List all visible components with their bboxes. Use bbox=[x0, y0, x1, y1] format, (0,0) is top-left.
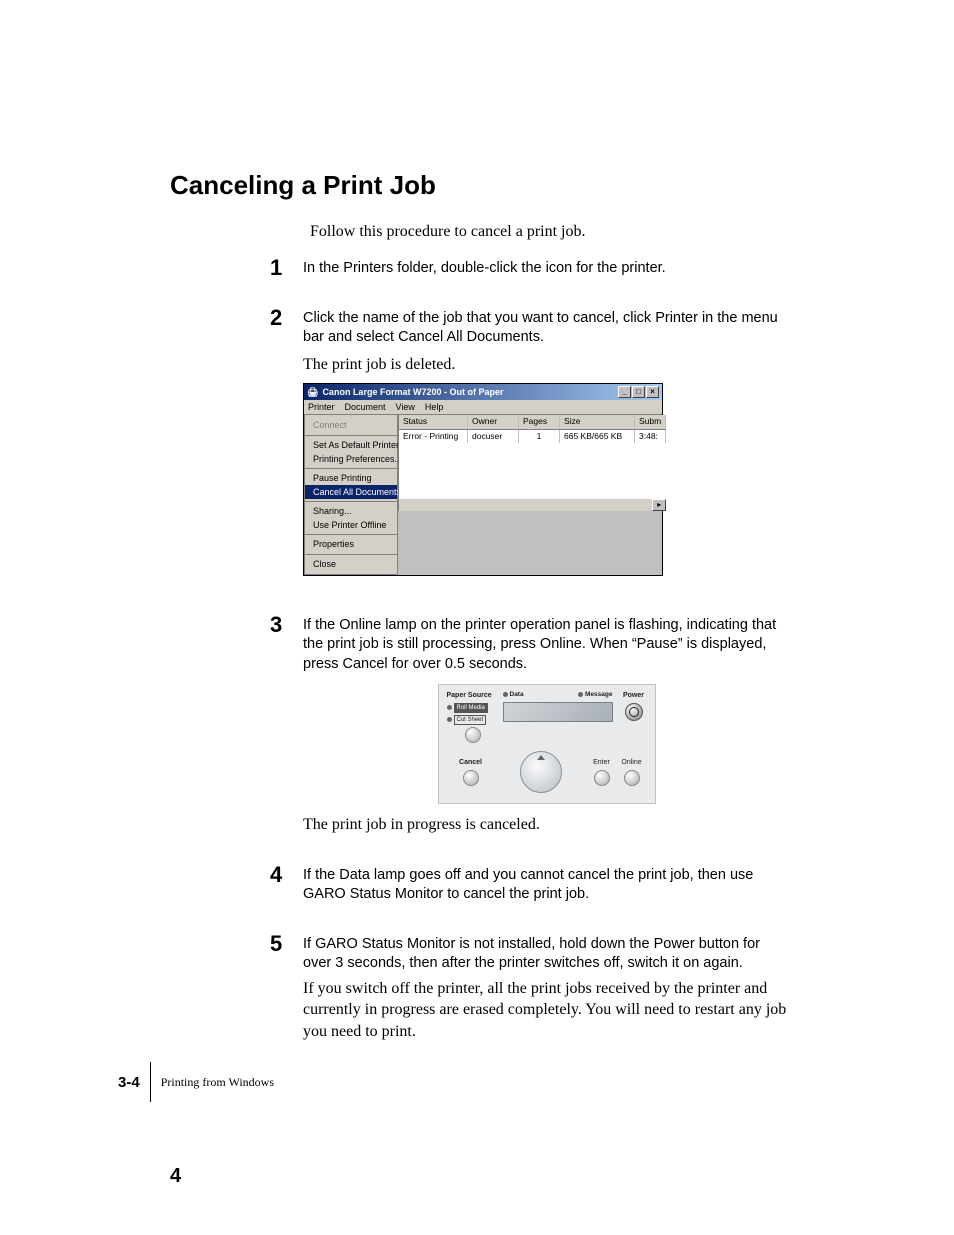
step-5-note: If you switch off the printer, all the p… bbox=[303, 978, 790, 1043]
page-footer: 3-4 Printing from Windows bbox=[118, 1062, 274, 1102]
step-number-1: 1 bbox=[270, 255, 282, 281]
menu-item-preferences[interactable]: Printing Preferences... bbox=[305, 452, 397, 466]
data-lamp-icon bbox=[503, 692, 508, 697]
lcd-screen bbox=[503, 702, 613, 722]
cancel-label: Cancel bbox=[447, 758, 495, 767]
menu-item-connect: Connect bbox=[305, 418, 397, 432]
horizontal-scrollbar[interactable]: ▸ bbox=[399, 499, 666, 511]
step-3-result: The print job in progress is canceled. bbox=[303, 814, 790, 836]
menu-item-cancel-all[interactable]: Cancel All Documents bbox=[305, 485, 397, 499]
step-number-5: 5 bbox=[270, 931, 282, 957]
queue-row[interactable]: Error - Printing docuser 1 665 KB/665 KB… bbox=[399, 430, 666, 443]
cut-lamp-icon bbox=[447, 717, 452, 722]
menu-item-offline[interactable]: Use Printer Offline bbox=[305, 518, 397, 532]
queue-header: Status Owner Pages Size Subm bbox=[399, 415, 666, 429]
step-3-text: If the Online lamp on the printer operat… bbox=[303, 616, 790, 675]
power-label: Power bbox=[621, 691, 647, 700]
step-2-text: Click the name of the job that you want … bbox=[303, 309, 790, 348]
window-titlebar[interactable]: 🖨 Canon Large Format W7200 - Out of Pape… bbox=[304, 384, 662, 400]
enter-button bbox=[594, 770, 610, 786]
navigation-dial bbox=[520, 751, 562, 793]
enter-label: Enter bbox=[587, 758, 617, 767]
step-2-result: The print job is deleted. bbox=[303, 354, 790, 376]
printer-icon: 🖨 bbox=[307, 386, 318, 398]
step-number-2: 2 bbox=[270, 305, 282, 331]
cell-pages: 1 bbox=[519, 430, 560, 443]
menubar[interactable]: Printer Document View Help bbox=[304, 400, 662, 415]
page-heading: Canceling a Print Job bbox=[170, 170, 790, 201]
cell-owner: docuser bbox=[468, 430, 519, 443]
step-5-text: If GARO Status Monitor is not installed,… bbox=[303, 935, 790, 974]
col-owner: Owner bbox=[468, 415, 519, 428]
roll-media-chip: Roll Media bbox=[454, 703, 488, 713]
print-queue-window: 🖨 Canon Large Format W7200 - Out of Pape… bbox=[303, 383, 663, 575]
paper-source-button bbox=[465, 727, 481, 743]
menu-item-set-default[interactable]: Set As Default Printer bbox=[305, 438, 397, 452]
col-pages: Pages bbox=[519, 415, 560, 428]
online-label: Online bbox=[617, 758, 647, 767]
step-1-text: In the Printers folder, double-click the… bbox=[303, 259, 790, 279]
window-title: Canon Large Format W7200 - Out of Paper bbox=[322, 386, 503, 398]
footer-divider bbox=[150, 1062, 151, 1102]
paper-source-label: Paper Source bbox=[447, 691, 495, 700]
roll-lamp-icon bbox=[447, 705, 452, 710]
maximize-icon[interactable]: □ bbox=[632, 386, 645, 398]
cell-submitted: 3:48: bbox=[635, 430, 666, 443]
step-4-text: If the Data lamp goes off and you cannot… bbox=[303, 866, 790, 905]
message-label: Message bbox=[585, 691, 612, 698]
data-label: Data bbox=[510, 691, 524, 698]
message-lamp-icon bbox=[578, 692, 583, 697]
col-size: Size bbox=[560, 415, 635, 428]
intro-text: Follow this procedure to cancel a print … bbox=[310, 223, 790, 241]
cell-status: Error - Printing bbox=[399, 430, 468, 443]
cell-size: 665 KB/665 KB bbox=[560, 430, 635, 443]
menu-help[interactable]: Help bbox=[425, 401, 444, 413]
menu-item-sharing[interactable]: Sharing... bbox=[305, 504, 397, 518]
menu-printer[interactable]: Printer bbox=[308, 401, 335, 413]
page-number: 3-4 bbox=[118, 1074, 140, 1091]
menu-view[interactable]: View bbox=[396, 401, 415, 413]
online-button bbox=[624, 770, 640, 786]
close-icon[interactable]: × bbox=[646, 386, 659, 398]
power-button bbox=[625, 703, 643, 721]
menu-item-properties[interactable]: Properties bbox=[305, 537, 397, 551]
scroll-right-icon[interactable]: ▸ bbox=[652, 499, 666, 511]
menu-document[interactable]: Document bbox=[345, 401, 386, 413]
step-number-4: 4 bbox=[270, 862, 282, 888]
col-submitted: Subm bbox=[635, 415, 666, 428]
printer-operation-panel: Paper Source Roll Media Cut Sheet Data M… bbox=[438, 684, 656, 804]
cut-sheet-chip: Cut Sheet bbox=[454, 715, 487, 725]
cancel-button bbox=[463, 770, 479, 786]
col-status: Status bbox=[399, 415, 468, 428]
chapter-title: Printing from Windows bbox=[161, 1075, 274, 1090]
printer-menu-dropdown: Connect Set As Default Printer Printing … bbox=[304, 415, 398, 574]
minimize-icon[interactable]: _ bbox=[618, 386, 631, 398]
corner-page-number: 4 bbox=[170, 1165, 181, 1188]
step-number-3: 3 bbox=[270, 612, 282, 638]
print-queue-list[interactable]: Status Owner Pages Size Subm Error - Pri… bbox=[398, 415, 666, 511]
menu-item-close[interactable]: Close bbox=[305, 557, 397, 571]
menu-item-pause[interactable]: Pause Printing bbox=[305, 471, 397, 485]
